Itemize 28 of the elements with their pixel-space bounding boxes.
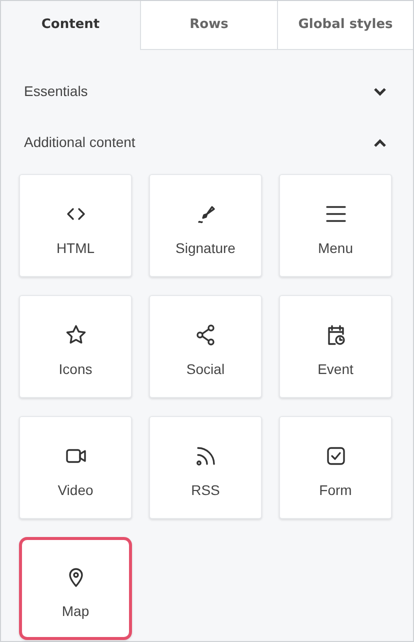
tile-label: Signature [176,239,236,258]
tile-label: Map [62,602,90,621]
tile-label: Form [319,481,352,500]
tile-label: Social [186,360,225,379]
content-block-tile[interactable]: Menu [279,174,392,277]
tile-label: Event [318,360,354,379]
tile-label: Icons [58,360,92,379]
content-block-tile[interactable]: Video [19,416,132,519]
tab[interactable]: Rows [140,1,277,50]
chevron-up-icon[interactable] [373,138,387,148]
tile-label: Video [58,481,94,500]
tab[interactable]: Global styles [277,1,413,50]
share-icon [194,323,218,347]
content-block-tile[interactable]: RSS [149,416,262,519]
section-header[interactable]: Essentials [24,81,88,102]
tile-label: HTML [56,239,95,258]
tile-label: RSS [191,481,220,500]
chevron-down-icon[interactable] [373,86,387,96]
tile-label: Menu [318,239,354,258]
content-block-tile[interactable]: Signature [149,174,262,277]
rss-icon [194,444,218,468]
content-block-tile[interactable]: Map [19,537,132,640]
content-block-tile[interactable]: Form [279,416,392,519]
content-block-tile[interactable]: Social [149,295,262,398]
section-header[interactable]: Additional content [24,132,136,153]
content-block-tile[interactable]: Event [279,295,392,398]
content-block-tile[interactable]: HTML [19,174,132,277]
content-block-tile[interactable]: Icons [19,295,132,398]
